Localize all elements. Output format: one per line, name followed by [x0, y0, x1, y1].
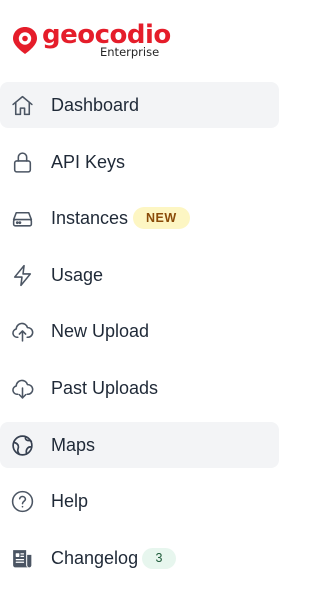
server-icon — [10, 206, 35, 231]
nav-item-api-keys[interactable]: API Keys — [0, 139, 279, 185]
nav-label-maps: Maps — [51, 434, 96, 455]
globe-icon — [10, 433, 35, 458]
question-circle-icon — [10, 489, 35, 514]
nav-item-usage[interactable]: Usage — [0, 252, 279, 298]
nav-label-changelog: Changelog — [51, 547, 139, 568]
home-icon — [10, 93, 35, 118]
sidebar: geocodio Enterprise Dashboard API Keys I… — [0, 0, 288, 594]
cloud-upload-icon — [10, 319, 35, 344]
lightning-icon — [10, 263, 35, 288]
nav-item-instances[interactable]: Instances NEW — [0, 195, 279, 241]
nav-item-dashboard[interactable]: Dashboard — [0, 82, 279, 128]
cloud-download-icon — [10, 376, 35, 401]
nav-item-help[interactable]: Help — [0, 478, 279, 524]
nav-item-maps[interactable]: Maps — [0, 421, 279, 468]
changelog-count-badge: 3 — [142, 547, 176, 569]
nav-item-changelog[interactable]: Changelog 3 — [0, 535, 279, 581]
map-pin-logo-icon — [13, 27, 37, 54]
nav-item-new-upload[interactable]: New Upload — [0, 308, 279, 354]
geocodio-logo[interactable]: geocodio Enterprise — [10, 18, 171, 62]
nav-label-dashboard: Dashboard — [51, 95, 140, 115]
nav-label-instances: Instances — [51, 208, 129, 229]
main-nav: Dashboard API Keys Instances NEW Usage N… — [0, 82, 288, 591]
nav-item-past-uploads[interactable]: Past Uploads — [0, 365, 279, 411]
nav-label-api-keys: API Keys — [51, 151, 126, 172]
lock-icon — [10, 150, 35, 175]
nav-label-past-uploads: Past Uploads — [51, 377, 159, 398]
brand-edition: Enterprise — [100, 45, 160, 59]
newspaper-icon — [10, 546, 35, 571]
nav-label-usage: Usage — [51, 264, 104, 285]
nav-label-new-upload: New Upload — [51, 321, 150, 342]
new-badge: NEW — [133, 207, 190, 230]
nav-label-help: Help — [51, 491, 89, 512]
